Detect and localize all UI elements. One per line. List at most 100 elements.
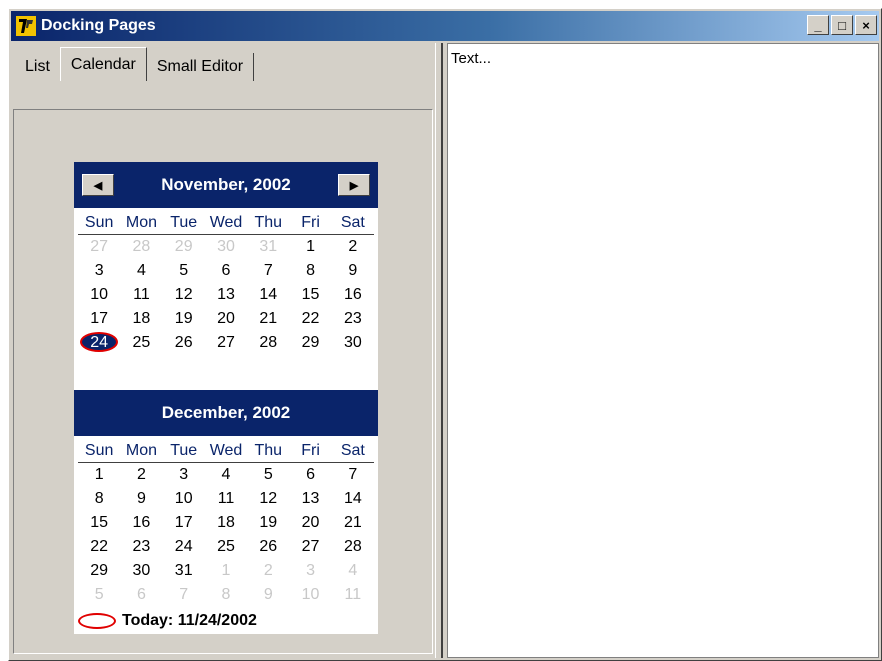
day-cell[interactable]: 1 [289, 235, 331, 259]
day-cell[interactable]: 24 [163, 535, 205, 559]
day-cell[interactable]: 9 [332, 259, 374, 283]
day-cell[interactable]: 8 [289, 259, 331, 283]
day-cell[interactable]: 10 [78, 283, 120, 307]
day-cell[interactable]: 3 [78, 259, 120, 283]
day-cell[interactable]: 15 [78, 511, 120, 535]
day-cell[interactable]: 19 [163, 307, 205, 331]
day-cell[interactable]: 2 [332, 235, 374, 259]
day-cell[interactable]: 1 [205, 559, 247, 583]
day-cell[interactable]: 4 [120, 259, 162, 283]
day-cell[interactable]: 28 [247, 331, 289, 355]
title-bar[interactable]: Docking Pages _ □ × [11, 11, 879, 41]
day-cell[interactable]: 3 [289, 559, 331, 583]
day-cell[interactable]: 16 [332, 283, 374, 307]
day-cell[interactable]: 30 [205, 235, 247, 259]
day-cell[interactable]: 26 [247, 535, 289, 559]
day-cell[interactable]: 29 [289, 331, 331, 355]
day-cell[interactable]: 4 [205, 463, 247, 487]
day-cell-today[interactable]: 24 [78, 331, 120, 355]
day-cell[interactable]: 26 [163, 331, 205, 355]
day-cell[interactable]: 23 [332, 307, 374, 331]
close-button[interactable]: × [855, 15, 877, 35]
day-cell[interactable]: 6 [120, 583, 162, 607]
day-cell[interactable]: 21 [332, 511, 374, 535]
day-cell[interactable]: 2 [120, 463, 162, 487]
day-cell[interactable]: 9 [120, 487, 162, 511]
day-cell[interactable]: 16 [120, 511, 162, 535]
day-cell[interactable]: 7 [247, 259, 289, 283]
day-cell[interactable]: 31 [163, 559, 205, 583]
day-cell[interactable]: 6 [289, 463, 331, 487]
day-cell[interactable]: 9 [247, 583, 289, 607]
day-cell[interactable]: 28 [120, 235, 162, 259]
weekday-label: Mon [125, 442, 157, 459]
day-cell[interactable]: 20 [289, 511, 331, 535]
day-cell[interactable]: 30 [120, 559, 162, 583]
day-cell[interactable]: 2 [247, 559, 289, 583]
day-cell[interactable]: 14 [332, 487, 374, 511]
day-cell[interactable]: 5 [247, 463, 289, 487]
day-cell[interactable]: 28 [332, 535, 374, 559]
day-cell[interactable]: 4 [332, 559, 374, 583]
today-link[interactable]: Today: 11/24/2002 [78, 612, 257, 630]
day-cell[interactable]: 7 [163, 583, 205, 607]
day-cell[interactable]: 17 [78, 307, 120, 331]
day-cell[interactable]: 7 [332, 463, 374, 487]
day-cell[interactable]: 18 [120, 307, 162, 331]
today-circle-icon [78, 613, 116, 629]
day-cell[interactable]: 10 [163, 487, 205, 511]
day-cell[interactable]: 29 [78, 559, 120, 583]
maximize-button[interactable]: □ [831, 15, 853, 35]
day-cell[interactable]: 5 [78, 583, 120, 607]
day-cell[interactable]: 27 [205, 331, 247, 355]
day-cell[interactable]: 13 [205, 283, 247, 307]
day-cell[interactable]: 25 [120, 331, 162, 355]
day-cell[interactable]: 12 [163, 283, 205, 307]
day-cell[interactable]: 11 [332, 583, 374, 607]
day-cell[interactable]: 19 [247, 511, 289, 535]
day-cell[interactable]: 11 [205, 487, 247, 511]
day-number: 24 [174, 538, 193, 555]
tab-small-editor[interactable]: Small Editor [147, 53, 255, 81]
splitter-bar[interactable] [435, 43, 443, 658]
next-month-button[interactable]: ▶ [338, 174, 370, 196]
day-cell[interactable]: 22 [289, 307, 331, 331]
day-cell[interactable]: 30 [332, 331, 374, 355]
day-cell[interactable]: 21 [247, 307, 289, 331]
day-cell[interactable]: 14 [247, 283, 289, 307]
editor-text[interactable]: Text... [451, 50, 491, 67]
day-cell[interactable]: 13 [289, 487, 331, 511]
day-cell[interactable]: 27 [289, 535, 331, 559]
day-cell[interactable]: 1 [78, 463, 120, 487]
day-number: 17 [174, 514, 193, 531]
minimize-button[interactable]: _ [807, 15, 829, 35]
day-cell[interactable]: 12 [247, 487, 289, 511]
day-cell[interactable]: 25 [205, 535, 247, 559]
day-cell[interactable]: 3 [163, 463, 205, 487]
day-number: 31 [174, 562, 193, 579]
day-cell[interactable]: 10 [289, 583, 331, 607]
day-cell[interactable]: 17 [163, 511, 205, 535]
day-cell[interactable]: 20 [205, 307, 247, 331]
day-number: 8 [306, 262, 316, 279]
weekday-label: Wed [209, 442, 243, 459]
day-cell[interactable]: 15 [289, 283, 331, 307]
prev-month-button[interactable]: ◀ [82, 174, 114, 196]
calendar[interactable]: ◀ November, 2002 ▶ Sun Mon Tue Wed Thu Fri Sat… [74, 162, 378, 634]
day-cell[interactable]: 11 [120, 283, 162, 307]
day-cell[interactable]: 8 [78, 487, 120, 511]
day-cell[interactable]: 8 [205, 583, 247, 607]
day-number: 6 [221, 262, 231, 279]
day-cell[interactable]: 18 [205, 511, 247, 535]
day-cell[interactable]: 6 [205, 259, 247, 283]
tab-list[interactable]: List [15, 53, 60, 81]
tab-calendar[interactable]: Calendar [59, 47, 147, 81]
editor-pane[interactable]: Text... [447, 43, 879, 658]
day-cell[interactable]: 22 [78, 535, 120, 559]
day-cell[interactable]: 29 [163, 235, 205, 259]
day-cell[interactable]: 31 [247, 235, 289, 259]
day-cell[interactable]: 27 [78, 235, 120, 259]
day-cell[interactable]: 23 [120, 535, 162, 559]
day-number: 28 [343, 538, 362, 555]
day-cell[interactable]: 5 [163, 259, 205, 283]
